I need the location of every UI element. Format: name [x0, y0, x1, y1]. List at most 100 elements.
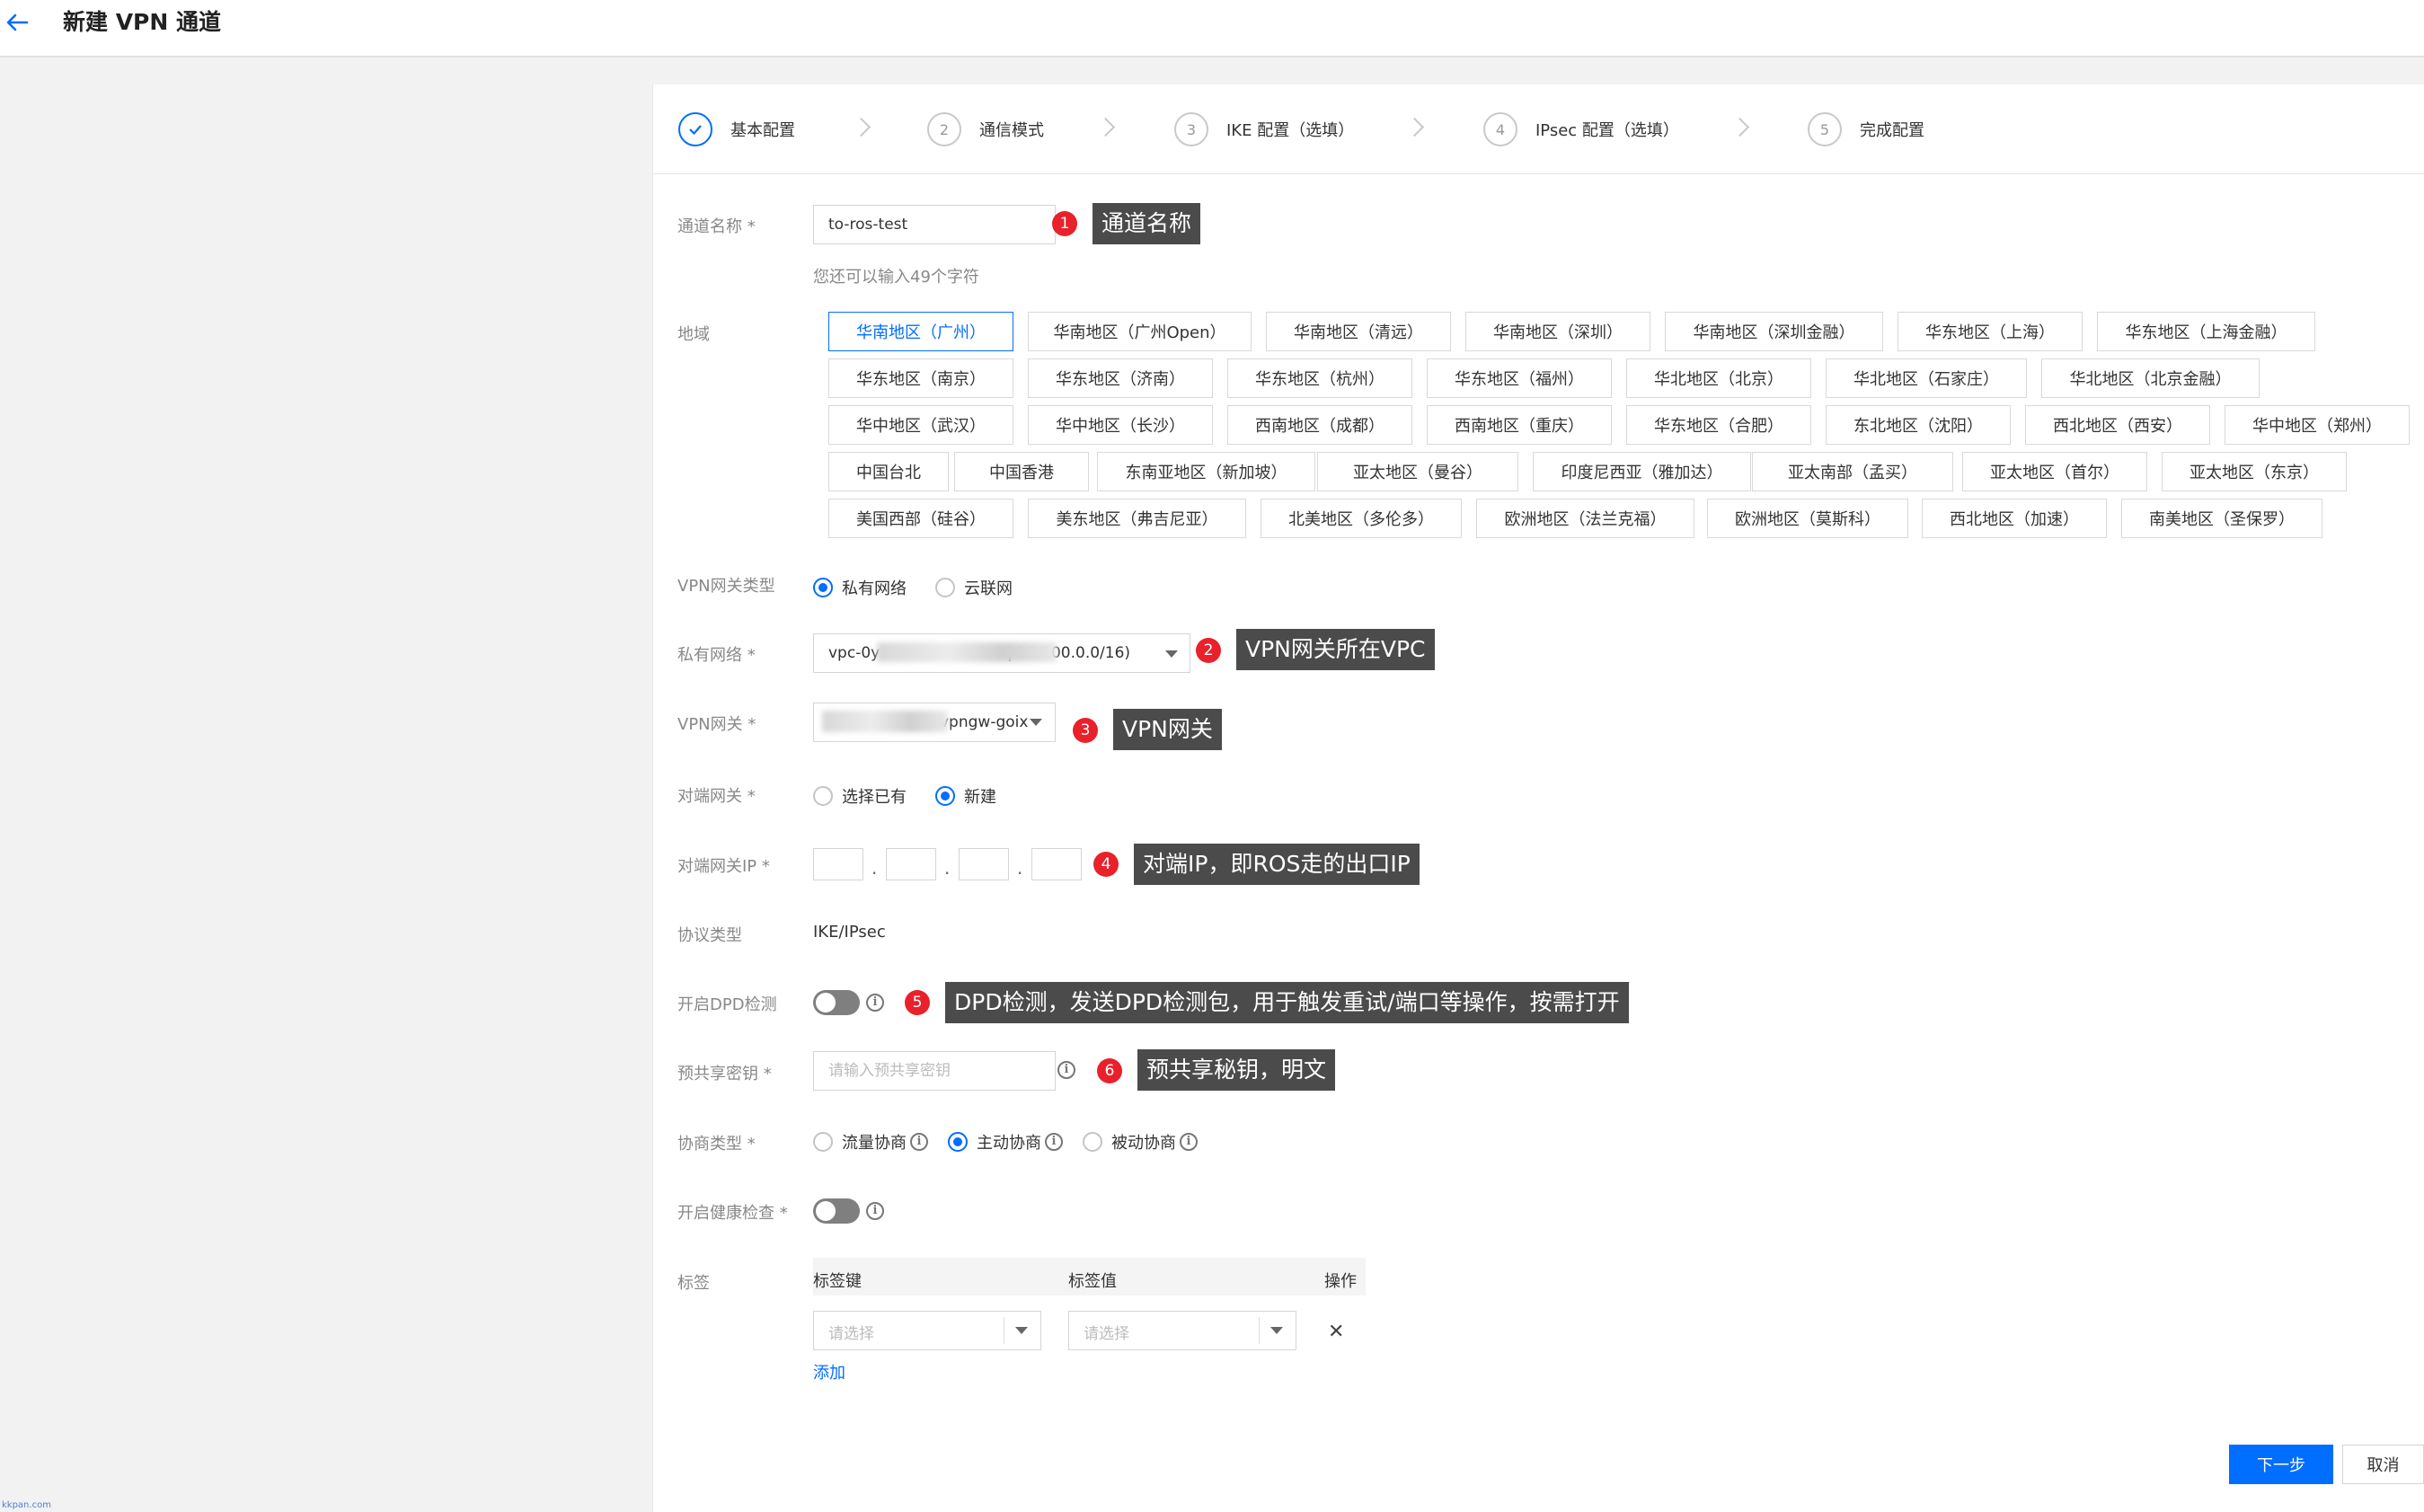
cancel-button[interactable]: 取消	[2342, 1445, 2424, 1484]
peer-ip-octet-3[interactable]	[959, 848, 1009, 880]
annotation-badge: 1	[1052, 211, 1077, 236]
tag-key-header: 标签键	[813, 1272, 862, 1291]
region-option[interactable]: 华东地区（上海）	[1898, 312, 2083, 351]
radio-checked-icon	[935, 786, 955, 806]
close-icon[interactable]: ✕	[1328, 1321, 1344, 1343]
psk-input[interactable]: 请输入预共享密钥	[813, 1051, 1056, 1091]
step-ike-config[interactable]: 3 IKE 配置（选填）	[1174, 111, 1354, 147]
region-option[interactable]: 美国西部（硅谷）	[828, 499, 1013, 538]
region-option[interactable]: 印度尼西亚（雅加达）	[1533, 452, 1751, 491]
region-option[interactable]: 西北地区（加速）	[1922, 499, 2107, 538]
region-option[interactable]: 华东地区（福州）	[1427, 358, 1612, 398]
peer-ip-octet-2[interactable]	[886, 848, 936, 880]
chevron-down-icon	[1030, 719, 1042, 726]
redacted-blur	[877, 642, 1057, 662]
region-option[interactable]: 华东地区（合肥）	[1626, 405, 1811, 445]
radio-create-new[interactable]: 新建	[935, 784, 996, 808]
radio-passive-negotiation[interactable]: 被动协商 i	[1083, 1130, 1198, 1154]
tag-key-select[interactable]: 请选择	[813, 1311, 1041, 1350]
info-icon[interactable]: i	[1045, 1133, 1063, 1151]
region-option-selected[interactable]: 华南地区（广州）	[828, 312, 1013, 351]
region-option[interactable]: 华东地区（南京）	[828, 358, 1013, 398]
region-option[interactable]: 华北地区（石家庄）	[1826, 358, 2027, 398]
region-option[interactable]: 北美地区（多伦多）	[1261, 499, 1462, 538]
annotation-badge: 5	[905, 990, 930, 1015]
region-option[interactable]: 西南地区（重庆）	[1427, 405, 1612, 445]
region-option[interactable]: 南美地区（圣保罗）	[2121, 499, 2322, 538]
region-option[interactable]: 中国香港	[954, 452, 1089, 491]
psk-label: 预共享密钥 *	[677, 1065, 772, 1083]
region-option[interactable]: 华东地区（杭州）	[1227, 358, 1412, 398]
peer-ip-octet-4[interactable]	[1031, 848, 1082, 880]
info-icon[interactable]: i	[1180, 1133, 1198, 1151]
region-option[interactable]: 亚太南部（孟买）	[1752, 452, 1953, 491]
region-option[interactable]: 华北地区（北京）	[1626, 358, 1811, 398]
region-option[interactable]: 华南地区（深圳）	[1465, 312, 1650, 351]
chevron-down-icon	[1165, 650, 1178, 658]
protocol-value: IKE/IPsec	[813, 923, 886, 942]
back-arrow-icon[interactable]	[4, 9, 31, 36]
next-button[interactable]: 下一步	[2229, 1445, 2333, 1484]
add-tag-link[interactable]: 添加	[813, 1360, 845, 1384]
dpd-toggle[interactable]	[813, 990, 860, 1015]
step-label: 完成配置	[1860, 121, 1924, 140]
radio-label: 被动协商	[1111, 1134, 1176, 1153]
radio-traffic-negotiation[interactable]: 流量协商 i	[813, 1130, 928, 1154]
region-option[interactable]: 欧洲地区（法兰克福）	[1476, 499, 1694, 538]
step-ipsec-config[interactable]: 4 IPsec 配置（选填）	[1483, 111, 1679, 147]
annotation-label: 预共享秘钥，明文	[1137, 1049, 1336, 1091]
region-option[interactable]: 华南地区（深圳金融）	[1665, 312, 1883, 351]
info-icon[interactable]: i	[866, 994, 884, 1012]
region-option[interactable]: 美东地区（弗吉尼亚）	[1028, 499, 1246, 538]
region-option[interactable]: 华南地区（广州Open）	[1028, 312, 1252, 351]
redacted-blur	[822, 711, 948, 732]
peer-ip-octet-1[interactable]	[813, 848, 863, 880]
annotation-badge: 2	[1196, 638, 1221, 663]
region-option[interactable]: 华东地区（济南）	[1028, 358, 1213, 398]
step-communication-mode[interactable]: 2 通信模式	[927, 111, 1044, 147]
chevron-down-icon	[1015, 1327, 1028, 1334]
health-check-toggle[interactable]	[813, 1198, 860, 1224]
peer-ip-label: 对端网关IP *	[677, 857, 770, 876]
region-option[interactable]: 华南地区（清远）	[1266, 312, 1451, 351]
radio-icon	[813, 786, 833, 806]
step-progress: 基本配置 2 通信模式 3 IKE 配置（选填） 4 IPsec 配置（选填） …	[653, 84, 2424, 174]
region-option[interactable]: 中国台北	[828, 452, 949, 491]
region-option[interactable]: 华中地区（武汉）	[828, 405, 1013, 445]
step-basic-config[interactable]: 基本配置	[678, 111, 795, 147]
region-option[interactable]: 华中地区（郑州）	[2225, 405, 2410, 445]
radio-private-network[interactable]: 私有网络	[813, 576, 907, 599]
info-icon[interactable]: i	[866, 1202, 884, 1220]
chevron-right-icon	[1095, 117, 1116, 137]
radio-label: 私有网络	[842, 579, 907, 598]
tag-value-select[interactable]: 请选择	[1068, 1311, 1296, 1350]
radio-label: 云联网	[964, 579, 1013, 598]
region-option[interactable]: 东南亚地区（新加坡）	[1097, 452, 1315, 491]
region-option[interactable]: 欧洲地区（莫斯科）	[1707, 499, 1908, 538]
annotation-badge: 4	[1093, 852, 1119, 877]
step-complete[interactable]: 5 完成配置	[1808, 111, 1924, 147]
vpn-gateway-id: vpngw-goix	[940, 713, 1029, 731]
radio-checked-icon	[948, 1132, 968, 1152]
channel-name-input[interactable]: to-ros-test	[813, 205, 1056, 244]
ip-dot: .	[1017, 857, 1023, 879]
radio-ccn[interactable]: 云联网	[935, 576, 1013, 599]
region-option[interactable]: 东北地区（沈阳）	[1826, 405, 2011, 445]
info-icon[interactable]: i	[1057, 1061, 1075, 1079]
protocol-label: 协议类型	[677, 926, 742, 945]
region-option[interactable]: 亚太地区（曼谷）	[1317, 452, 1518, 491]
region-option[interactable]: 华北地区（北京金融）	[2041, 358, 2260, 398]
region-option[interactable]: 华中地区（长沙）	[1028, 405, 1213, 445]
top-bar: 新建 VPN 通道	[0, 0, 2424, 57]
region-option[interactable]: 西北地区（西安）	[2025, 405, 2210, 445]
region-option[interactable]: 西南地区（成都）	[1227, 405, 1412, 445]
step-number: 3	[1174, 112, 1208, 146]
region-option[interactable]: 亚太地区（东京）	[2162, 452, 2347, 491]
region-option[interactable]: 亚太地区（首尔）	[1962, 452, 2147, 491]
info-icon[interactable]: i	[910, 1133, 928, 1151]
dpd-label: 开启DPD检测	[677, 995, 777, 1014]
radio-active-negotiation[interactable]: 主动协商 i	[948, 1130, 1063, 1154]
radio-select-existing[interactable]: 选择已有	[813, 784, 907, 808]
region-option[interactable]: 华东地区（上海金融）	[2097, 312, 2315, 351]
radio-icon	[813, 1132, 833, 1152]
